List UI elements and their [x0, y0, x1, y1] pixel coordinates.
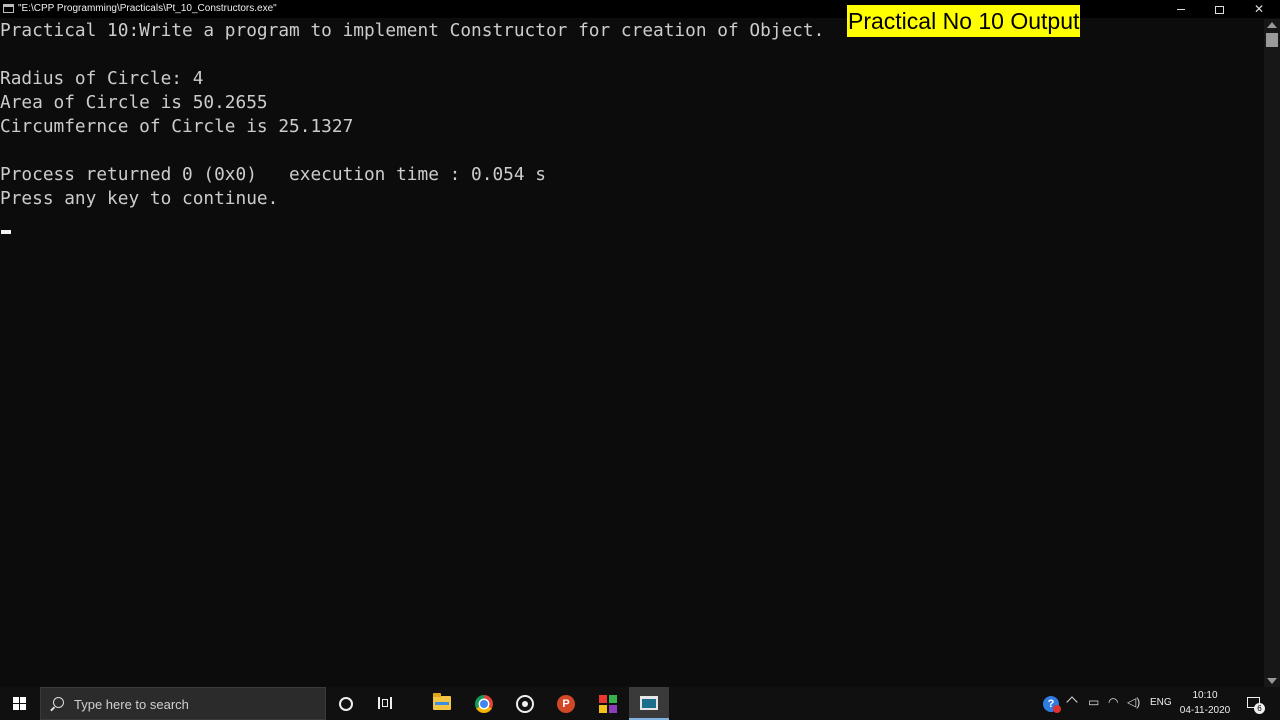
chrome-icon	[475, 695, 493, 713]
console-line: Press any key to continue.	[0, 188, 279, 209]
scroll-down-arrow-icon[interactable]	[1267, 678, 1277, 684]
taskbar-search-box[interactable]: Type here to search	[40, 687, 326, 720]
scroll-up-arrow-icon[interactable]	[1267, 22, 1277, 28]
powerpoint-button[interactable]: P	[546, 687, 586, 720]
console-line: Circumfernce of Circle is 25.1327	[0, 116, 354, 137]
battery-icon[interactable]: ▭	[1088, 695, 1099, 709]
console-output[interactable]: Practical 10:Write a program to implemen…	[0, 19, 1264, 687]
minimize-button[interactable]	[1162, 0, 1200, 18]
search-placeholder: Type here to search	[74, 697, 189, 712]
window-title-bar[interactable]: "E:\CPP Programming\Practicals\Pt_10_Con…	[0, 0, 1280, 18]
windows-logo-icon	[13, 697, 27, 711]
tiles-app-button[interactable]	[588, 687, 628, 720]
file-explorer-button[interactable]	[422, 687, 462, 720]
file-explorer-icon	[433, 693, 451, 710]
chrome-button[interactable]	[464, 687, 504, 720]
cortana-icon	[339, 697, 353, 711]
cortana-button[interactable]	[326, 687, 366, 720]
text-cursor	[1, 230, 11, 234]
help-tray-icon[interactable]: ?	[1043, 696, 1061, 713]
volume-icon[interactable]: ◁)	[1127, 695, 1140, 709]
window-title: "E:\CPP Programming\Practicals\Pt_10_Con…	[18, 3, 277, 14]
task-view-icon	[378, 697, 392, 709]
taskbar: Type here to search P ? ▭ ◠ ◁) ENG 10:10…	[0, 687, 1280, 720]
vertical-scrollbar[interactable]	[1264, 19, 1280, 687]
console-line: Area of Circle is 50.2655	[0, 92, 268, 113]
search-icon	[53, 697, 64, 708]
close-icon: ✕	[1253, 2, 1265, 16]
media-player-button[interactable]	[505, 687, 545, 720]
restore-button[interactable]	[1200, 0, 1238, 18]
console-line: Practical 10:Write a program to implemen…	[0, 20, 825, 41]
notification-count-badge: 6	[1254, 703, 1265, 714]
console-app-icon	[640, 696, 658, 710]
console-line: Radius of Circle: 4	[0, 68, 204, 89]
console-window-icon	[3, 4, 14, 13]
scroll-thumb[interactable]	[1266, 33, 1278, 47]
media-player-icon	[516, 695, 534, 713]
clock-date[interactable]: 04-11-2020	[1176, 705, 1234, 717]
console-line: Process returned 0 (0x0) execution time …	[0, 164, 546, 185]
show-hidden-icons-chevron-icon[interactable]	[1066, 696, 1078, 708]
minimize-icon	[1177, 9, 1185, 11]
overlay-label: Practical No 10 Output	[847, 5, 1081, 37]
start-button[interactable]	[0, 687, 40, 720]
wifi-icon[interactable]: ◠	[1108, 695, 1118, 709]
console-app-button[interactable]	[629, 687, 669, 720]
powerpoint-icon: P	[557, 695, 575, 713]
input-language[interactable]: ENG	[1150, 697, 1172, 709]
tiles-app-icon	[599, 695, 617, 713]
task-view-button[interactable]	[366, 687, 406, 720]
close-button[interactable]: ✕	[1240, 0, 1278, 18]
clock-time[interactable]: 10:10	[1180, 690, 1230, 702]
restore-icon	[1214, 5, 1224, 14]
